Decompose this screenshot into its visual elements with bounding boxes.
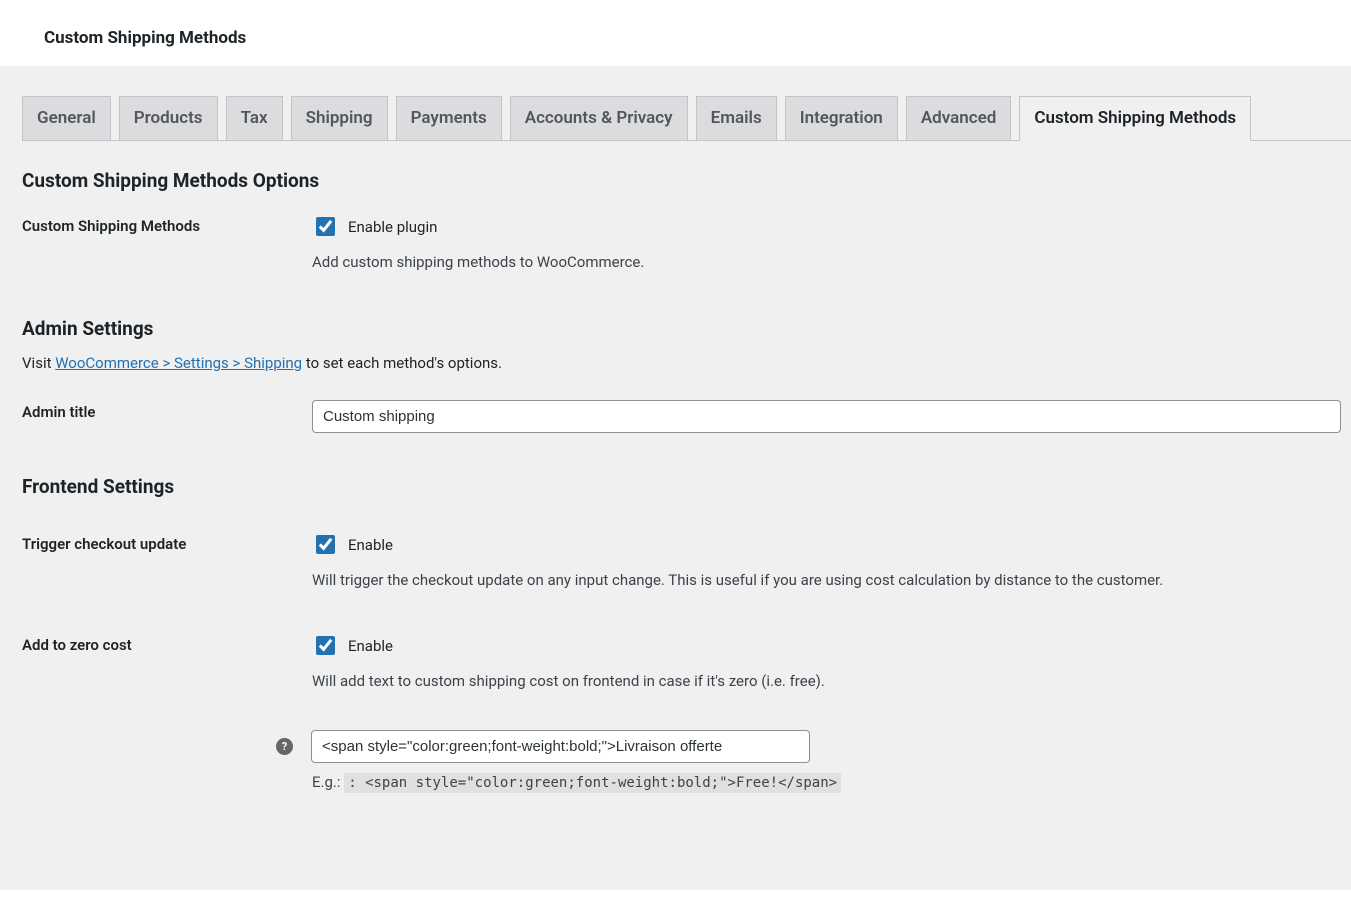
trigger-checkout-checkbox[interactable] bbox=[316, 535, 335, 554]
section-options-title: Custom Shipping Methods Options bbox=[22, 169, 1351, 192]
page-title: Custom Shipping Methods bbox=[44, 28, 1329, 48]
add-zero-checkbox-label: Enable bbox=[348, 637, 393, 655]
tab-integration[interactable]: Integration bbox=[785, 96, 898, 140]
admin-visit-link[interactable]: WooCommerce > Settings > Shipping bbox=[55, 354, 302, 372]
example-code: : <span style="color:green;font-weight:b… bbox=[344, 773, 841, 793]
trigger-checkout-label: Trigger checkout update bbox=[22, 532, 312, 553]
tab-general[interactable]: General bbox=[22, 96, 111, 140]
enable-plugin-label: Custom Shipping Methods bbox=[22, 214, 312, 235]
tab-custom-shipping-methods[interactable]: Custom Shipping Methods bbox=[1019, 96, 1251, 141]
admin-visit-suffix: to set each method's options. bbox=[302, 354, 502, 372]
example-prefix: E.g.: bbox=[312, 773, 344, 791]
help-icon[interactable]: ? bbox=[276, 738, 293, 755]
admin-visit-text: Visit WooCommerce > Settings > Shipping … bbox=[22, 354, 1351, 372]
tab-emails[interactable]: Emails bbox=[696, 96, 777, 140]
admin-title-label: Admin title bbox=[22, 400, 312, 421]
tab-tax[interactable]: Tax bbox=[226, 96, 283, 140]
add-zero-description: Will add text to custom shipping cost on… bbox=[312, 672, 1341, 690]
section-admin-title: Admin Settings bbox=[22, 317, 1351, 340]
add-zero-text-input[interactable] bbox=[311, 730, 810, 763]
trigger-checkout-description: Will trigger the checkout update on any … bbox=[312, 571, 1341, 589]
tab-advanced[interactable]: Advanced bbox=[906, 96, 1012, 140]
tab-payments[interactable]: Payments bbox=[396, 96, 502, 140]
admin-visit-prefix: Visit bbox=[22, 354, 55, 372]
add-zero-checkbox[interactable] bbox=[316, 636, 335, 655]
nav-tabs: General Products Tax Shipping Payments A… bbox=[22, 66, 1351, 141]
tab-accounts-privacy[interactable]: Accounts & Privacy bbox=[510, 96, 688, 140]
trigger-checkout-checkbox-label: Enable bbox=[348, 536, 393, 554]
admin-title-input[interactable] bbox=[312, 400, 1341, 433]
enable-plugin-checkbox[interactable] bbox=[316, 217, 335, 236]
tab-shipping[interactable]: Shipping bbox=[291, 96, 388, 140]
enable-plugin-description: Add custom shipping methods to WooCommer… bbox=[312, 253, 1341, 271]
enable-plugin-checkbox-label: Enable plugin bbox=[348, 218, 437, 236]
tab-products[interactable]: Products bbox=[119, 96, 218, 140]
add-zero-label: Add to zero cost bbox=[22, 633, 312, 654]
add-zero-example: E.g.: : <span style="color:green;font-we… bbox=[312, 773, 1341, 791]
section-frontend-title: Frontend Settings bbox=[22, 475, 1351, 498]
